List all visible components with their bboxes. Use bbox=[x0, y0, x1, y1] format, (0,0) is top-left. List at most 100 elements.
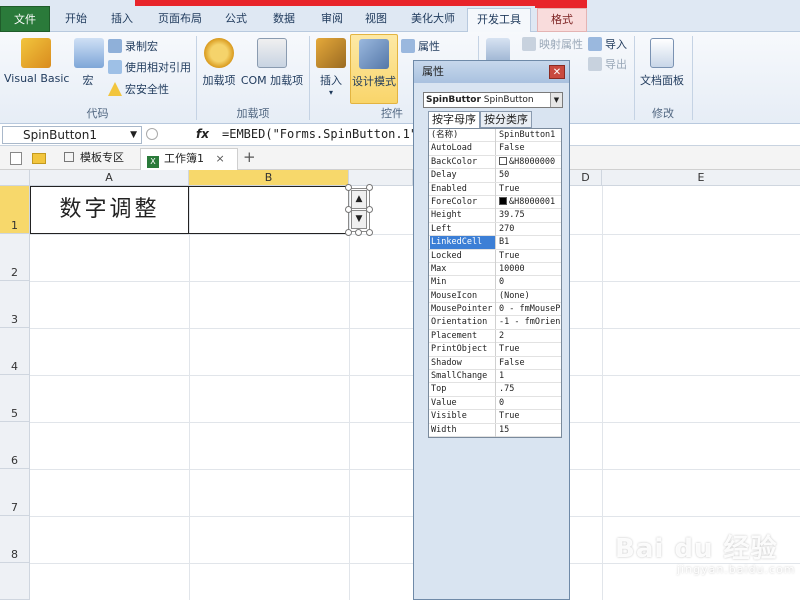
tab-formulas[interactable]: 公式 bbox=[216, 8, 256, 32]
property-value[interactable]: True bbox=[498, 183, 563, 196]
column-header-b[interactable]: B bbox=[189, 170, 349, 186]
column-header-d[interactable]: D bbox=[570, 170, 602, 186]
visual-basic-button[interactable]: Visual Basic bbox=[4, 38, 69, 85]
folder-icon[interactable] bbox=[32, 153, 46, 164]
macro-button[interactable]: 宏 bbox=[74, 38, 104, 88]
object-selector-combo[interactable]: SpinButtor SpinButton ▼ bbox=[423, 92, 563, 108]
tab-data[interactable]: 数据 bbox=[264, 8, 304, 32]
design-mode-button[interactable]: 设计模式 bbox=[350, 34, 398, 104]
tab-review[interactable]: 审阅 bbox=[312, 8, 352, 32]
property-row[interactable]: Visible True bbox=[429, 410, 561, 424]
property-value[interactable]: 39.75 bbox=[498, 209, 563, 222]
row-header-8[interactable]: 8 bbox=[0, 516, 30, 563]
tab-view[interactable]: 视图 bbox=[356, 8, 396, 32]
property-row[interactable]: Delay 50 bbox=[429, 169, 563, 183]
chevron-down-icon[interactable]: ▼ bbox=[130, 127, 137, 143]
row-header-9[interactable] bbox=[0, 563, 30, 600]
name-box[interactable]: SpinButton1 ▼ bbox=[2, 126, 142, 144]
property-value[interactable]: 0 - fmMouseP bbox=[498, 303, 563, 316]
resize-handle[interactable] bbox=[345, 206, 352, 213]
tab-home[interactable]: 开始 bbox=[56, 8, 96, 32]
property-value[interactable]: B1 bbox=[498, 236, 563, 249]
property-value[interactable]: 1 bbox=[498, 370, 563, 383]
property-value[interactable]: 15 bbox=[498, 424, 563, 437]
properties-button[interactable]: 属性 bbox=[401, 38, 440, 56]
tab-templates[interactable]: 模板专区 bbox=[58, 148, 136, 170]
property-value[interactable]: 0 bbox=[498, 397, 563, 410]
property-row[interactable]: ForeColor &H8000001 bbox=[429, 195, 563, 210]
property-row[interactable]: Placement 2 bbox=[429, 329, 563, 344]
new-document-icon[interactable] bbox=[10, 152, 22, 165]
column-header-e[interactable]: E bbox=[602, 170, 800, 186]
property-row[interactable]: Enabled True bbox=[429, 182, 563, 196]
spin-down-arrow-icon[interactable]: ▼ bbox=[351, 210, 367, 229]
resize-handle[interactable] bbox=[366, 229, 373, 236]
resize-handle[interactable] bbox=[345, 184, 352, 191]
cell-a1[interactable]: 数字调整 bbox=[30, 186, 189, 234]
close-icon[interactable]: ✕ bbox=[549, 65, 565, 79]
insert-control-button[interactable]: 插入 ▾ bbox=[314, 38, 348, 97]
tab-developer[interactable]: 开发工具 bbox=[467, 8, 531, 33]
row-header-3[interactable]: 3 bbox=[0, 281, 30, 328]
tab-alphabetic[interactable]: 按字母序 bbox=[428, 111, 480, 129]
property-row[interactable]: Shadow False bbox=[429, 356, 563, 371]
resize-handle[interactable] bbox=[366, 206, 373, 213]
property-value[interactable]: 50 bbox=[498, 169, 563, 182]
property-row[interactable]: Orientation -1 - fmOrien bbox=[429, 316, 563, 330]
property-row[interactable]: SmallChange 1 bbox=[429, 370, 563, 384]
close-tab-icon[interactable]: × bbox=[216, 152, 225, 165]
record-macro-button[interactable]: 录制宏 bbox=[108, 38, 158, 56]
property-value[interactable]: &H8000000 bbox=[498, 156, 563, 169]
property-value[interactable]: True bbox=[498, 250, 563, 263]
column-header-c[interactable] bbox=[349, 170, 413, 186]
column-header-a[interactable]: A bbox=[30, 170, 189, 186]
chevron-down-icon[interactable]: ▼ bbox=[550, 93, 562, 107]
property-value[interactable]: False bbox=[498, 142, 563, 155]
tab-page-layout[interactable]: 页面布局 bbox=[150, 8, 210, 32]
property-row[interactable]: Width 15 bbox=[429, 423, 563, 437]
tab-categorized[interactable]: 按分类序 bbox=[480, 111, 532, 128]
property-row[interactable]: AutoLoad False bbox=[429, 142, 563, 156]
property-value[interactable]: &H8000001 bbox=[498, 196, 563, 209]
property-row[interactable]: Min 0 bbox=[429, 276, 563, 290]
add-tab-button[interactable]: + bbox=[243, 148, 256, 166]
macro-security-button[interactable]: 宏安全性 bbox=[108, 81, 169, 99]
row-header-7[interactable]: 7 bbox=[0, 469, 30, 516]
spin-up-arrow-icon[interactable]: ▲ bbox=[351, 190, 367, 209]
property-value[interactable]: True bbox=[498, 343, 563, 356]
resize-handle[interactable] bbox=[366, 184, 373, 191]
resize-handle[interactable] bbox=[345, 229, 352, 236]
properties-window-title[interactable]: 属性 bbox=[414, 61, 569, 83]
property-value[interactable]: SpinButton1 bbox=[498, 129, 563, 142]
addins-button[interactable]: 加载项 bbox=[200, 38, 238, 88]
row-header-5[interactable]: 5 bbox=[0, 375, 30, 422]
property-row[interactable]: MouseIcon (None) bbox=[429, 289, 563, 304]
row-header-6[interactable]: 6 bbox=[0, 422, 30, 469]
property-row[interactable]: MousePointer 0 - fmMouseP bbox=[429, 303, 563, 317]
export-button[interactable]: 导出 bbox=[588, 56, 627, 74]
property-row[interactable]: Top .75 bbox=[429, 383, 563, 397]
tab-beautify[interactable]: 美化大师 bbox=[402, 8, 464, 32]
row-header-2[interactable]: 2 bbox=[0, 234, 30, 281]
formula-input[interactable]: =EMBED("Forms.SpinButton.1" bbox=[222, 127, 417, 141]
property-value[interactable]: .75 bbox=[498, 383, 563, 396]
property-row[interactable]: Max 10000 bbox=[429, 262, 563, 277]
insert-function-button[interactable]: fx bbox=[196, 127, 209, 141]
property-value[interactable]: 2 bbox=[498, 330, 563, 343]
tab-workbook[interactable]: X 工作簿1 × bbox=[140, 148, 238, 170]
com-addins-button[interactable]: COM 加载项 bbox=[240, 38, 304, 88]
property-row[interactable]: Locked True bbox=[429, 249, 563, 263]
relative-reference-button[interactable]: 使用相对引用 bbox=[108, 59, 191, 77]
property-value[interactable]: 0 bbox=[498, 276, 563, 289]
property-value[interactable]: 10000 bbox=[498, 263, 563, 276]
select-all-corner[interactable] bbox=[0, 170, 30, 186]
property-row[interactable]: LinkedCell B1 bbox=[429, 236, 563, 250]
property-row[interactable]: Height 39.75 bbox=[429, 209, 563, 223]
property-value[interactable]: (None) bbox=[498, 290, 563, 303]
property-value[interactable]: False bbox=[498, 357, 563, 370]
tab-insert[interactable]: 插入 bbox=[102, 8, 142, 32]
property-value[interactable]: -1 - fmOrien bbox=[498, 316, 563, 329]
tab-file[interactable]: 文件 bbox=[0, 6, 50, 32]
import-button[interactable]: 导入 bbox=[588, 36, 627, 54]
document-panel-button[interactable]: 文档面板 bbox=[638, 38, 686, 88]
